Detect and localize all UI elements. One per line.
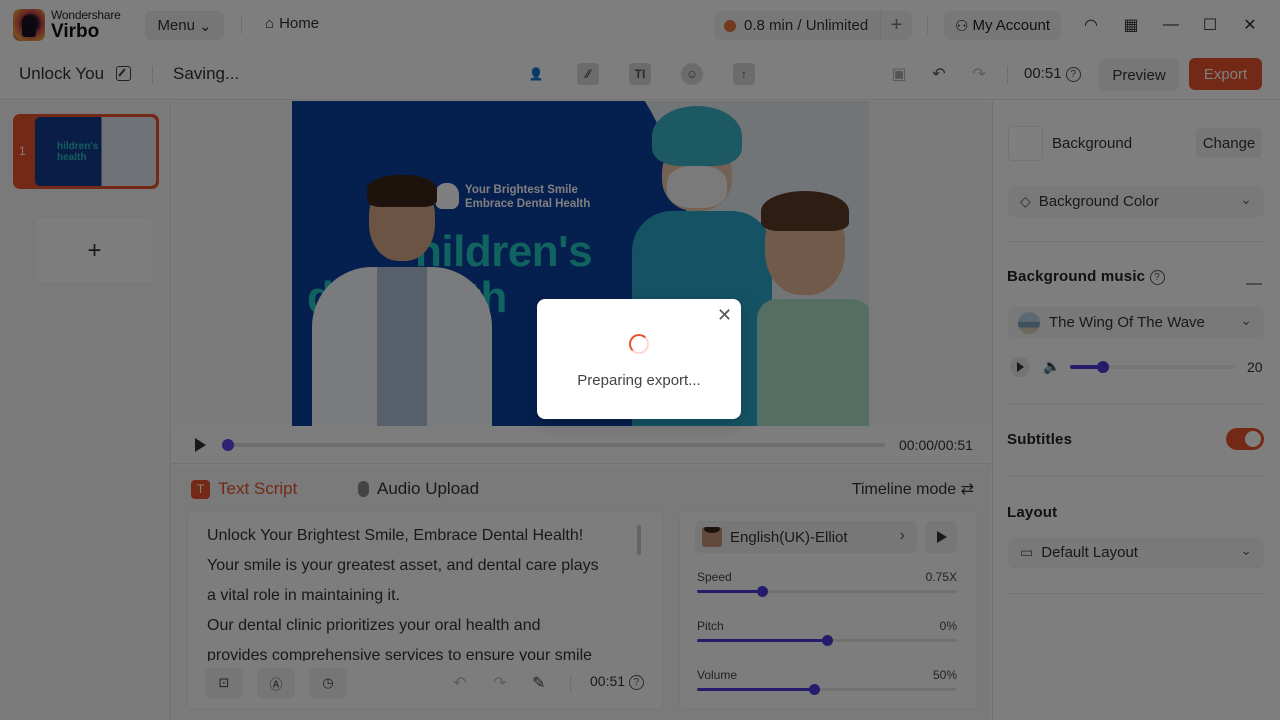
export-status-message: Preparing export... <box>577 372 701 389</box>
close-icon[interactable]: ✕ <box>717 306 732 324</box>
export-progress-dialog: ✕ Preparing export... <box>537 299 741 419</box>
loading-spinner-icon <box>629 334 649 354</box>
